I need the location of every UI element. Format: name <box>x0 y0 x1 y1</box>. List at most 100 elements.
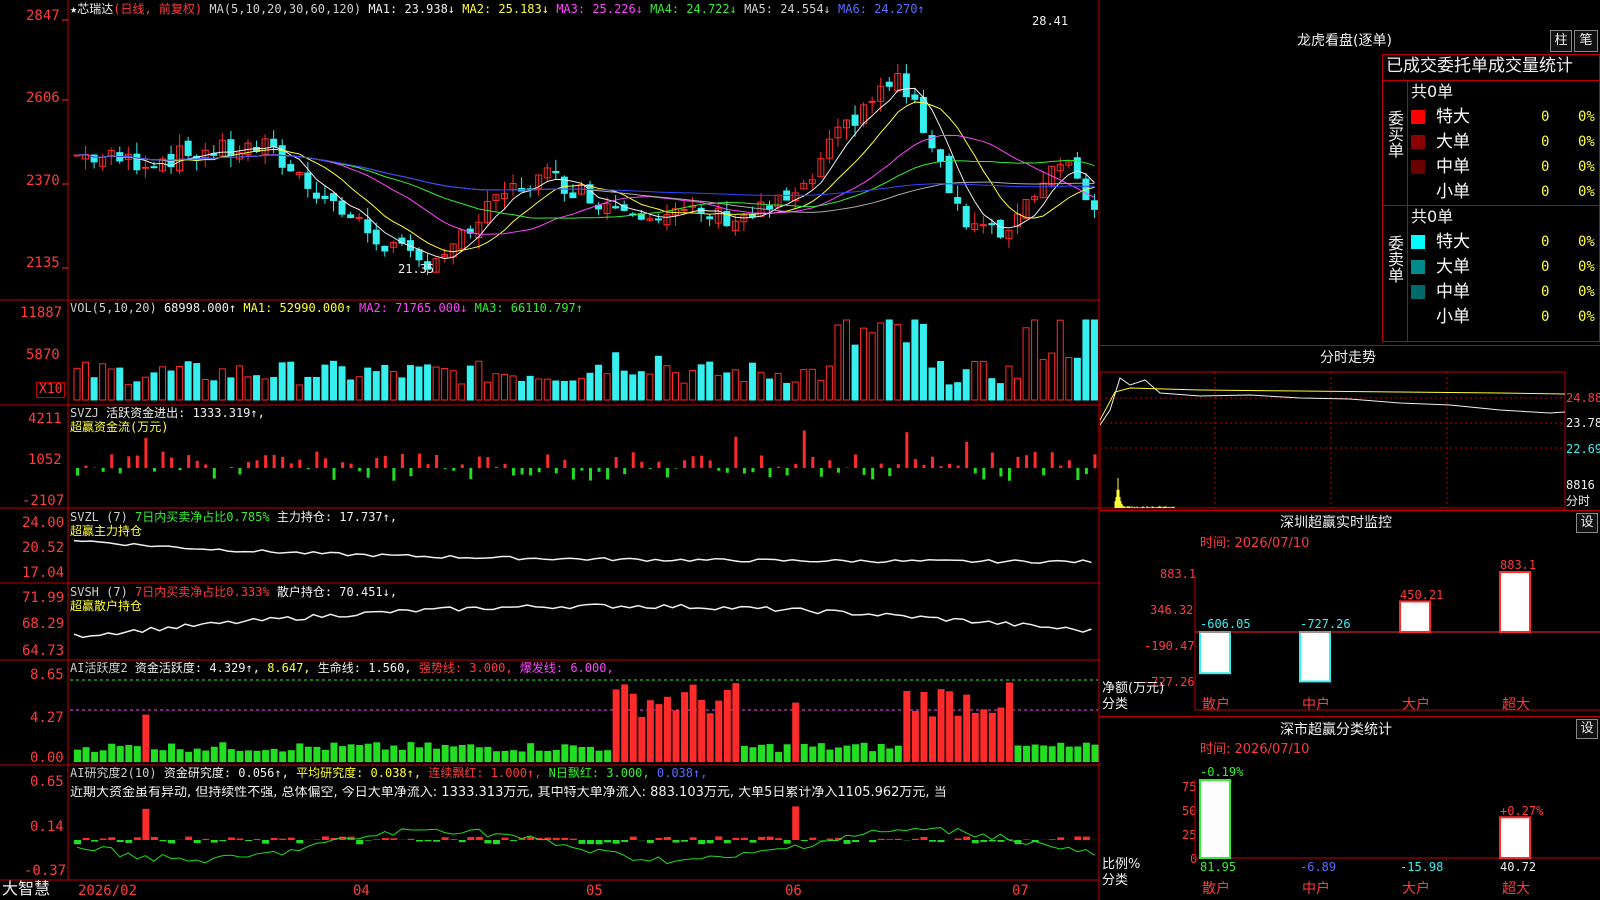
svzj-text: 活跃资金进出: 1333.319↑, <box>106 406 265 420</box>
svsh-axis-0: 71.99 <box>22 591 64 605</box>
svzj-bar <box>786 468 789 475</box>
ai-active-bar <box>767 744 774 762</box>
svzj-bar <box>162 452 165 468</box>
intraday-axis-0: 24.88 <box>1566 391 1600 405</box>
svzj-bar <box>657 462 660 468</box>
sz-class-bar-0 <box>1200 780 1230 858</box>
volume-bar <box>1023 328 1029 400</box>
intraday-axis-1: 23.78 <box>1566 416 1600 430</box>
ai-active-bar <box>647 700 654 762</box>
svzj-bar <box>1008 468 1011 481</box>
svzj-bar <box>478 457 481 468</box>
ai-research-bar <box>228 837 235 840</box>
svzj-bar <box>957 466 960 468</box>
svzj-bar <box>521 468 524 474</box>
ai-research-bar <box>852 840 859 842</box>
ai-research-bar <box>886 839 893 840</box>
volume-bar <box>228 378 234 400</box>
candle-body <box>365 220 371 233</box>
buy-row-name-1: 大单 <box>1436 131 1470 153</box>
volume-bar <box>715 375 721 400</box>
bar-mode-button[interactable]: 柱 <box>1550 30 1572 52</box>
ai-research-label: AI研究度2(10) <box>70 766 157 780</box>
volume-bar <box>519 381 525 400</box>
ai-active-bar <box>989 713 996 762</box>
svzj-bar <box>179 468 182 470</box>
ma2-value: MA2: 25.183↓ <box>462 2 549 16</box>
volume-bar <box>271 378 277 400</box>
svzj-bar <box>452 468 455 471</box>
svzj-bar <box>529 468 532 475</box>
volume-bar <box>219 369 225 400</box>
tick-mode-button[interactable]: 笔 <box>1574 30 1598 52</box>
ai-research-bar <box>972 840 979 843</box>
sz-monitor-axis-2: -190.47 <box>1144 639 1195 653</box>
sz-monitor-cat-2: 大户 <box>1402 698 1430 712</box>
volume-bar <box>125 385 131 400</box>
svzj-bar <box>427 464 430 468</box>
candle-body <box>997 220 1003 237</box>
sz-class-settings-button[interactable]: 设 <box>1576 719 1598 739</box>
sz-class-axis-1: 50 <box>1182 804 1196 818</box>
ai-research-bar <box>236 838 243 840</box>
ai-research-bar <box>912 839 919 840</box>
buy-swatch-0 <box>1411 110 1425 124</box>
sz-class-top-3: +0.27% <box>1500 804 1543 818</box>
candle-body <box>339 201 345 214</box>
svzj-bar <box>333 468 336 480</box>
ai-active-bar <box>390 746 397 762</box>
sz-class-bottom-0: 81.95 <box>1200 860 1236 874</box>
volume-bar <box>407 366 413 400</box>
svzj-axis-2: -2107 <box>22 494 64 508</box>
sz-class-title: 深市超赢分类统计 <box>1280 722 1392 738</box>
volume-bar <box>818 380 824 400</box>
svzj-bar <box>666 468 669 477</box>
ai-active-bar <box>963 695 970 762</box>
ai-research-bar <box>878 839 885 840</box>
ai-active-bar <box>784 744 791 762</box>
sz-class-cat-3: 超大 <box>1502 882 1530 896</box>
ai-active-bar <box>151 749 158 762</box>
volume-bar <box>476 361 482 400</box>
ai-active-bar <box>365 744 372 762</box>
svzj-axis-0: 4211 <box>28 412 62 426</box>
ai-active-bar <box>177 749 184 762</box>
ai-active-bar <box>348 744 355 762</box>
ai-research-text4: N日飘红: 3.000, <box>549 766 650 780</box>
candle-body <box>938 150 944 161</box>
buy-swatch-3 <box>1411 185 1425 199</box>
candle-body <box>613 207 619 208</box>
volume-bar <box>826 366 832 400</box>
ai-active-legend: AI活跃度2 资金活跃度: 4.329↑, 8.647, 生命线: 1.560,… <box>70 661 614 675</box>
svzj-bar <box>350 464 353 468</box>
buy-swatch-2 <box>1411 160 1425 174</box>
volume-bar <box>288 362 294 400</box>
sz-monitor-bar-3 <box>1500 572 1530 632</box>
ai-research-bar <box>826 839 833 840</box>
ai-active-bar <box>288 750 295 762</box>
ai-research-bar <box>767 837 774 840</box>
buy-total: 共0单 <box>1411 82 1453 102</box>
svzj-bar <box>606 468 609 479</box>
sell-row-pct-0: 0% <box>1578 231 1595 253</box>
svzj-bar <box>341 462 344 468</box>
ai-research-bar <box>416 840 423 842</box>
sz-monitor-cat-0: 散户 <box>1202 698 1230 712</box>
volume-bar <box>74 368 80 400</box>
ai-research-bar <box>570 839 577 840</box>
candle-body <box>570 193 576 198</box>
vol-value: 68998.000↑ <box>164 301 236 315</box>
ai-active-text5: 爆发线: 6.000, <box>520 661 614 675</box>
svsh-label: SVSH (7) <box>70 585 128 599</box>
sz-monitor-title: 深圳超赢实时监控 <box>1280 515 1392 531</box>
volume-bar <box>767 379 773 400</box>
svzl-text1: 7日内买卖净占比0.785% <box>135 510 270 524</box>
sz-monitor-settings-button[interactable]: 设 <box>1576 513 1598 533</box>
volume-bar <box>117 368 123 400</box>
svzj-label: SVZJ <box>70 406 99 420</box>
svzj-legend: SVZJ 活跃资金进出: 1333.319↑, <box>70 406 265 420</box>
ai-research-bar <box>630 837 637 840</box>
main-chart-canvas[interactable] <box>0 0 1100 900</box>
volume-bar <box>382 365 388 400</box>
ai-research-line <box>77 828 1094 864</box>
